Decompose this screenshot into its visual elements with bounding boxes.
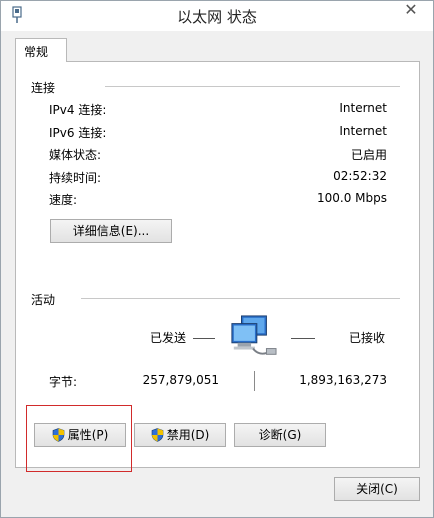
activity-heading: 活动: [31, 291, 60, 308]
window-title: 以太网 状态: [177, 8, 257, 26]
activity-divider: [81, 298, 400, 299]
received-dash: [291, 338, 315, 339]
speed-value: 100.0 Mbps: [316, 191, 387, 205]
bytes-received-value: 1,893,163,273: [299, 373, 387, 387]
uac-shield-icon: [151, 428, 163, 442]
speed-label: 速度:: [49, 193, 78, 207]
ipv4-value: Internet: [339, 101, 387, 115]
ethernet-status-window: 以太网 状态 ✕ 常规 连接 IPv4 连接: Internet IPv6 连接…: [0, 0, 434, 518]
media-state-label: 媒体状态:: [49, 148, 102, 162]
media-state-value: 已启用: [350, 148, 387, 162]
bytes-label: 字节:: [49, 375, 78, 389]
ipv6-value: Internet: [339, 124, 387, 138]
tab-general[interactable]: 常规: [15, 38, 67, 62]
diagnose-button[interactable]: 诊断(G): [234, 423, 326, 447]
ipv6-label: IPv6 连接:: [49, 126, 107, 140]
received-label: 已接收: [349, 331, 386, 345]
details-button[interactable]: 详细信息(E)...: [50, 219, 172, 243]
highlight-annotation: [26, 405, 132, 472]
duration-label: 持续时间:: [49, 171, 102, 185]
sent-dash: [193, 338, 215, 339]
sent-label: 已发送: [150, 331, 187, 345]
connection-divider: [105, 86, 400, 87]
close-window-button[interactable]: ✕: [395, 1, 427, 19]
title-bar[interactable]: 以太网 状态 ✕: [1, 1, 433, 31]
disable-label: 禁用(D): [166, 428, 210, 442]
network-computers-icon: [231, 315, 277, 355]
bytes-sent-value: 257,879,051: [142, 373, 219, 387]
bytes-separator: [254, 371, 255, 391]
tab-general-label: 常规: [24, 45, 49, 59]
duration-value: 02:52:32: [333, 169, 387, 183]
disable-button[interactable]: 禁用(D): [134, 423, 226, 447]
close-icon: ✕: [404, 0, 418, 19]
ipv4-label: IPv4 连接:: [49, 103, 107, 117]
connection-heading: 连接: [31, 79, 60, 96]
close-button[interactable]: 关闭(C): [334, 477, 420, 501]
